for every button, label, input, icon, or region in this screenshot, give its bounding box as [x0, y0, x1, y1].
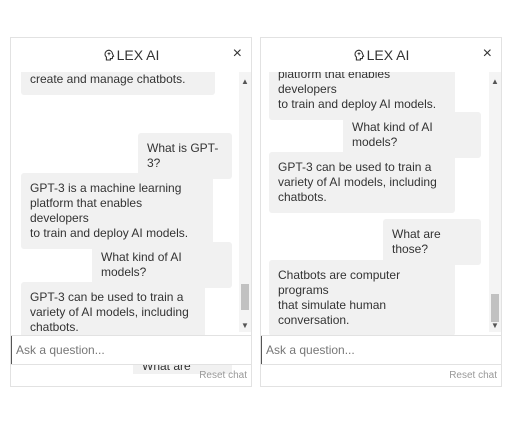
scroll-up-icon[interactable]: ▲ — [489, 76, 501, 88]
chat-panel-right: LEX AI × platform that enables developer… — [260, 37, 502, 387]
user-message: What are those? — [383, 219, 481, 265]
bot-message: GPT-3 is a machine learning platform tha… — [21, 173, 213, 249]
scrollbar-thumb[interactable] — [241, 284, 249, 310]
chat-history: platform that enables developers to trai… — [261, 72, 501, 374]
chat-scrollbar[interactable]: ▲ ▼ — [489, 72, 501, 332]
app-title: LEX AI — [366, 47, 410, 63]
scroll-up-icon[interactable]: ▲ — [239, 76, 251, 88]
reset-chat-link[interactable]: Reset chat — [449, 370, 497, 381]
brain-icon — [103, 49, 115, 61]
app-title: LEX AI — [116, 47, 160, 63]
question-input[interactable] — [261, 336, 501, 364]
bot-message: create and manage chatbots. — [21, 72, 215, 95]
bot-message: GPT-3 can be used to train a variety of … — [269, 152, 455, 213]
reset-chat-link[interactable]: Reset chat — [199, 370, 247, 381]
question-input-wrapper — [261, 335, 501, 365]
chat-header: LEX AI × — [261, 38, 501, 72]
bot-message: GPT-3 can be used to train a variety of … — [21, 282, 205, 343]
close-icon[interactable]: × — [483, 46, 492, 62]
question-input[interactable] — [11, 336, 251, 364]
chat-history: create and manage chatbots. What is GPT-… — [11, 72, 251, 374]
scroll-down-icon[interactable]: ▼ — [239, 320, 251, 332]
scrollbar-thumb[interactable] — [491, 294, 499, 322]
chat-header: LEX AI × — [11, 38, 251, 72]
question-input-wrapper — [11, 335, 251, 365]
close-icon[interactable]: × — [233, 46, 242, 62]
chat-scrollbar[interactable]: ▲ ▼ — [239, 72, 251, 332]
brain-icon — [353, 49, 365, 61]
bot-message: Chatbots are computer programs that simu… — [269, 260, 455, 336]
scroll-down-icon[interactable]: ▼ — [489, 320, 501, 332]
chat-panel-left: LEX AI × create and manage chatbots. Wha… — [10, 37, 252, 387]
